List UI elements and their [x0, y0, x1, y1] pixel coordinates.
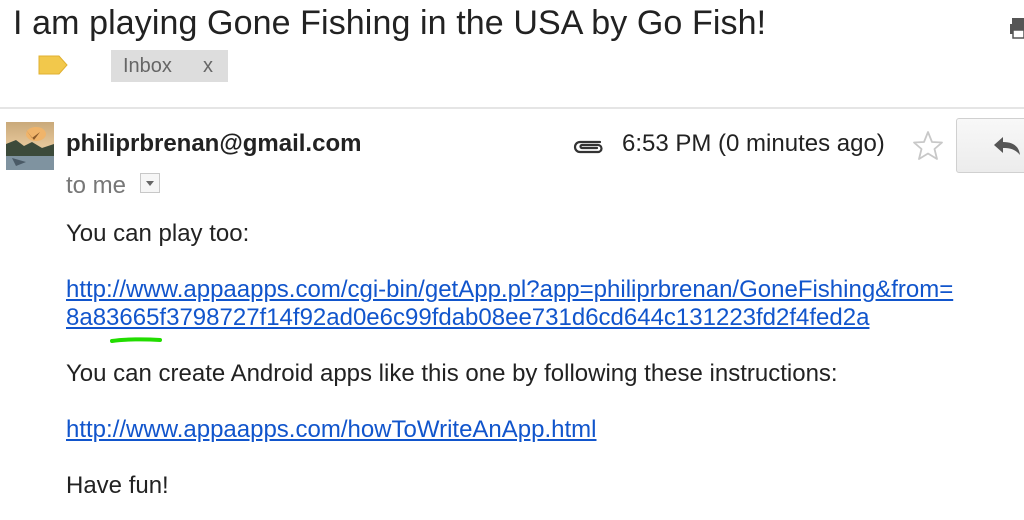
- reply-arrow-icon: [994, 137, 1020, 155]
- email-subject: I am playing Gone Fishing in the USA by …: [13, 4, 767, 42]
- print-icon[interactable]: [1010, 14, 1024, 40]
- body-line-play: You can play too:: [66, 220, 250, 247]
- reply-button[interactable]: [956, 118, 1024, 173]
- body-line-create: You can create Android apps like this on…: [66, 360, 838, 387]
- email-timestamp: 6:53 PM (0 minutes ago): [622, 130, 885, 157]
- sender-avatar[interactable]: [6, 122, 54, 170]
- body-line-fun: Have fun!: [66, 472, 169, 499]
- inbox-label: Inbox: [123, 55, 172, 77]
- star-outline-icon[interactable]: [912, 130, 944, 162]
- avatar-image: [6, 122, 54, 170]
- inbox-label-chip[interactable]: Inbox x: [111, 50, 228, 82]
- instructions-link[interactable]: http://www.appaapps.com/howToWriteAnApp.…: [66, 416, 596, 444]
- label-tag-icon[interactable]: [38, 55, 68, 75]
- annotation-underline-mark: [110, 337, 162, 343]
- show-details-dropdown-icon[interactable]: [140, 173, 160, 193]
- header-divider: [0, 107, 1024, 109]
- game-link-line2[interactable]: 8a83665f3798727f14f92ad0e6c99fdab08ee731…: [66, 304, 869, 332]
- remove-label-button[interactable]: x: [203, 50, 213, 82]
- sender-email[interactable]: philiprbrenan@gmail.com: [66, 130, 361, 158]
- game-link-line1[interactable]: http://www.appaapps.com/cgi-bin/getApp.p…: [66, 276, 953, 304]
- paperclip-icon: [573, 140, 603, 154]
- recipient-text: to me: [66, 172, 127, 199]
